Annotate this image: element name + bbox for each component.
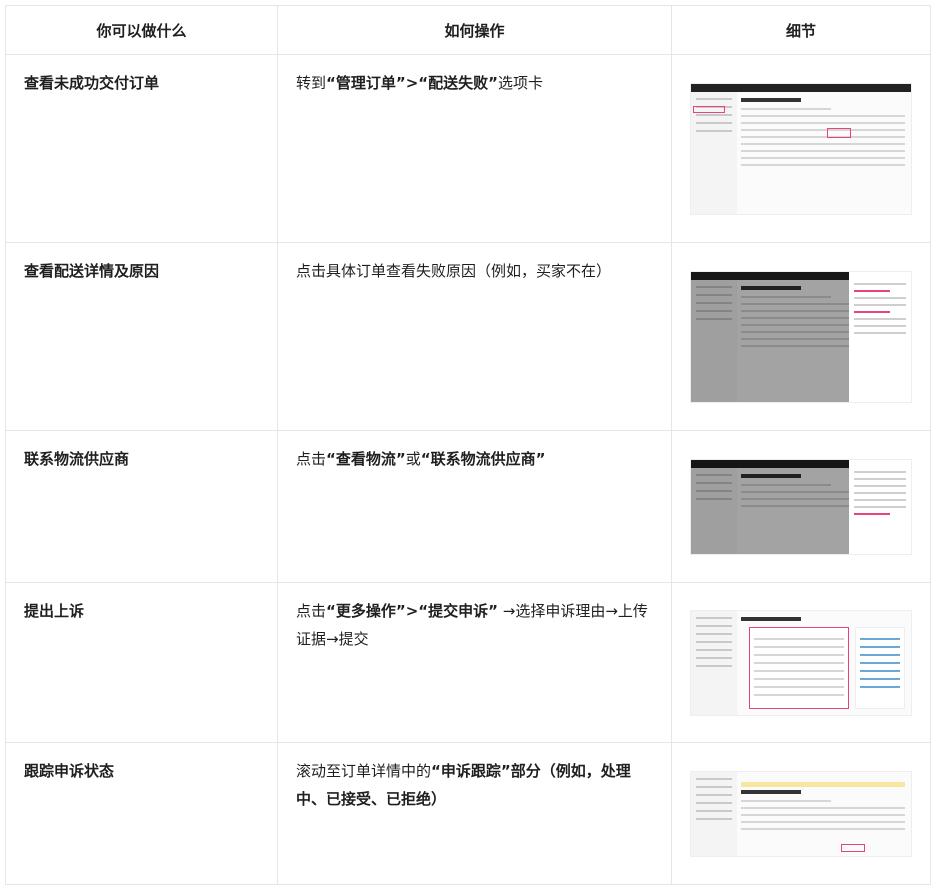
appeal-tracking-screenshot (690, 770, 912, 857)
task-cell: 联系物流供应商 (5, 430, 278, 583)
table-row: 联系物流供应商 点击“查看物流”或“联系物流供应商” (5, 430, 931, 583)
steps-cell: 滚动至订单详情中的“申诉跟踪”部分（例如，处理中、已接受、已拒绝） (277, 742, 672, 885)
header-steps: 如何操作 (277, 5, 672, 55)
detail-cell (671, 742, 931, 885)
task-cell: 查看配送详情及原因 (5, 242, 278, 431)
table-row: 跟踪申诉状态 滚动至订单详情中的“申诉跟踪”部分（例如，处理中、已接受、已拒绝） (5, 742, 931, 885)
header-detail: 细节 (671, 5, 931, 55)
delivery-detail-screenshot (690, 270, 912, 403)
header-row: 你可以做什么 如何操作 细节 (5, 5, 931, 55)
table-row: 查看未成功交付订单 转到“管理订单”>“配送失败”选项卡 (5, 54, 931, 243)
appeal-form-screenshot (690, 609, 912, 716)
logistics-panel-screenshot (690, 458, 912, 555)
detail-cell (671, 582, 931, 743)
steps-cell: 点击具体订单查看失败原因（例如，买家不在） (277, 242, 672, 431)
table-row: 查看配送详情及原因 点击具体订单查看失败原因（例如，买家不在） (5, 242, 931, 431)
guide-table: 你可以做什么 如何操作 细节 查看未成功交付订单 转到“管理订单”>“配送失败”… (5, 5, 931, 885)
header-task: 你可以做什么 (5, 5, 278, 55)
steps-cell: 点击“更多操作”>“提交申诉” →选择申诉理由→上传证据→提交 (277, 582, 672, 743)
table-row: 提出上诉 点击“更多操作”>“提交申诉” →选择申诉理由→上传证据→提交 (5, 582, 931, 743)
orders-list-screenshot (690, 82, 912, 215)
task-cell: 跟踪申诉状态 (5, 742, 278, 885)
steps-cell: 转到“管理订单”>“配送失败”选项卡 (277, 54, 672, 243)
task-cell: 提出上诉 (5, 582, 278, 743)
task-cell: 查看未成功交付订单 (5, 54, 278, 243)
detail-cell (671, 430, 931, 583)
steps-cell: 点击“查看物流”或“联系物流供应商” (277, 430, 672, 583)
detail-cell (671, 54, 931, 243)
detail-cell (671, 242, 931, 431)
